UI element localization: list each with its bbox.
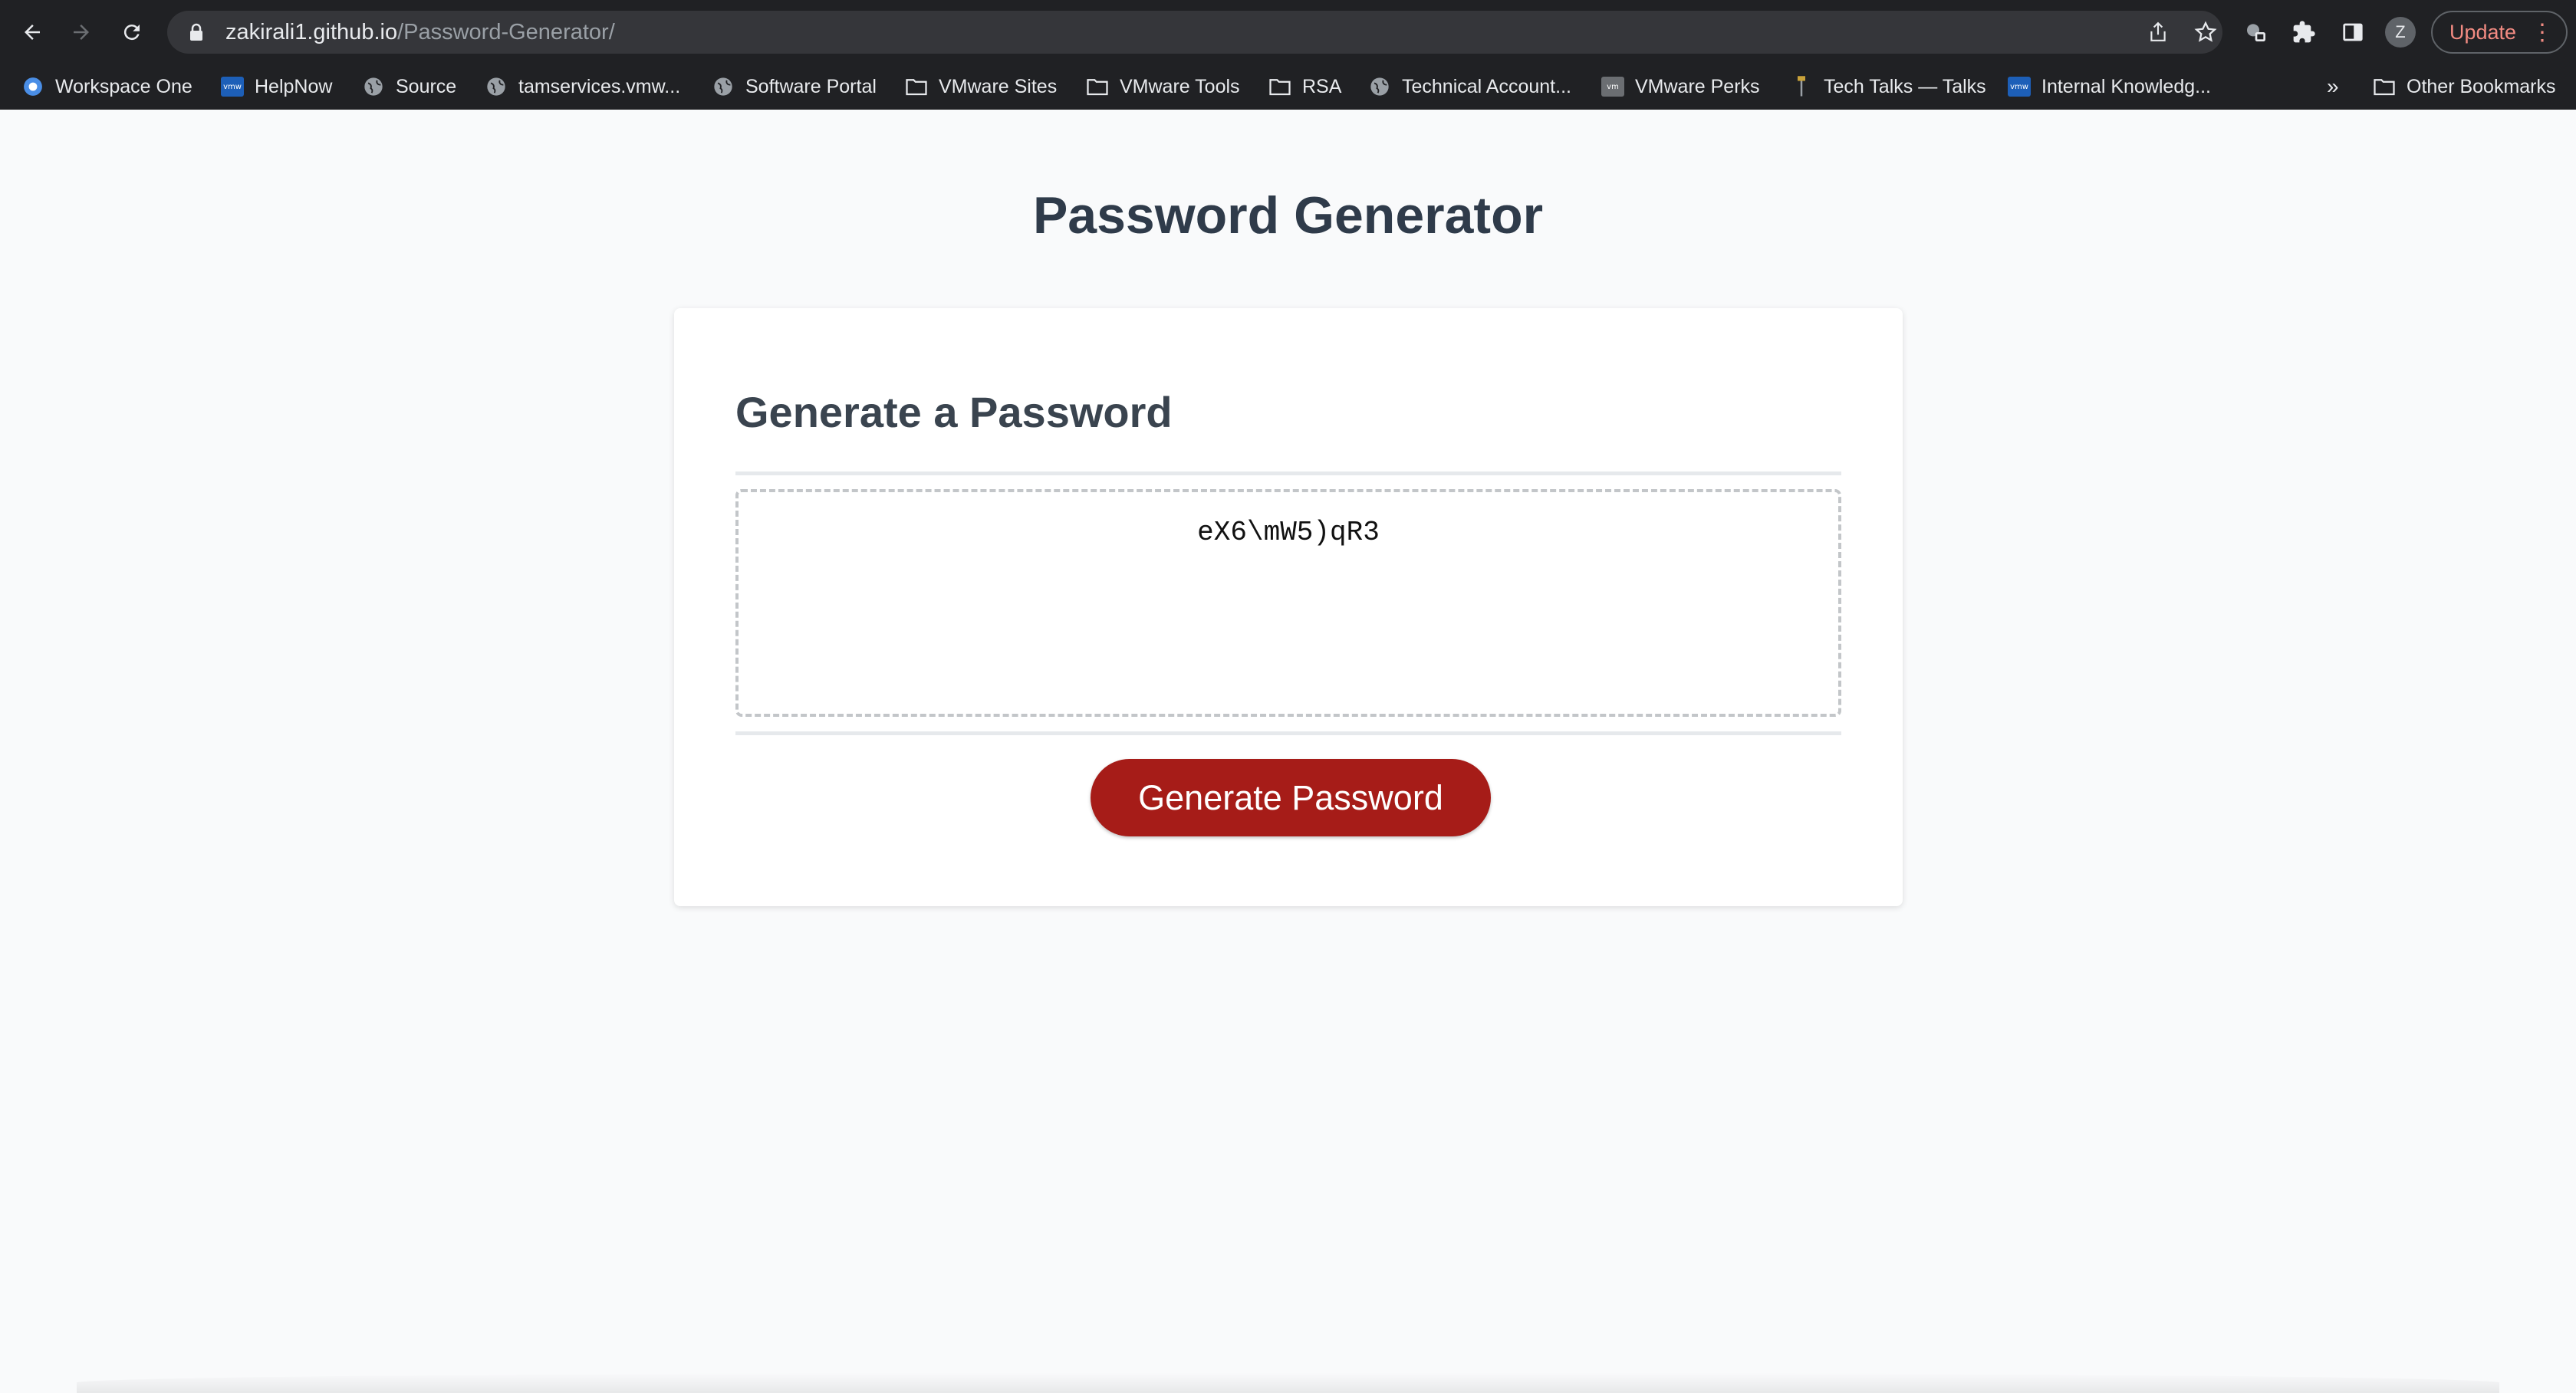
bookmark-label: VMware Sites <box>939 75 1058 97</box>
folder-icon <box>2373 75 2396 98</box>
globe-icon <box>712 75 735 98</box>
folder-icon <box>1086 75 1109 98</box>
workspace-one-icon <box>21 75 44 98</box>
bookmark-label: Internal Knowledg... <box>2041 75 2211 97</box>
bookmark-internal-knowledge[interactable]: vmw Internal Knowledg... <box>2008 71 2211 103</box>
folder-icon <box>905 75 928 98</box>
card-header-divider <box>735 471 1841 475</box>
reload-icon <box>123 25 140 41</box>
bookmark-rsa[interactable]: RSA <box>1268 71 1341 103</box>
bookmark-vmware-tools[interactable]: VMware Tools <box>1086 71 1240 103</box>
bookmark-other-bookmarks[interactable]: Other Bookmarks <box>2373 71 2556 103</box>
bookmark-label: Software Portal <box>745 75 877 97</box>
bookmark-workspace-one[interactable]: Workspace One <box>21 71 192 103</box>
bookmark-label: VMware Perks <box>1635 75 1760 97</box>
vm-icon: vm <box>1601 75 1624 98</box>
folder-icon <box>1268 75 1291 98</box>
browser-chrome: zakirali1.github.io/Password-Generator/ … <box>0 0 2576 110</box>
globe-icon <box>1368 75 1391 98</box>
bookmark-tech-talks[interactable]: Tech Talks — Talks <box>1790 71 1986 103</box>
password-output[interactable] <box>735 489 1841 717</box>
bookmark-label: Technical Account... <box>1402 75 1571 97</box>
bookmark-label: HelpNow <box>255 75 333 97</box>
url-host: zakirali1.github.io <box>225 19 398 44</box>
bookmark-label: Source <box>396 75 457 97</box>
extension-icon[interactable] <box>2235 11 2278 54</box>
bookmarks-bar: Workspace One vmw HelpNow Source tamserv… <box>0 64 2576 110</box>
globe-icon <box>362 75 385 98</box>
bookmark-label: Other Bookmarks <box>2407 75 2556 97</box>
side-panel-icon[interactable] <box>2331 11 2374 54</box>
browser-toolbar: zakirali1.github.io/Password-Generator/ … <box>0 0 2576 64</box>
bookmarks-overflow-chevron-icon[interactable]: » <box>2327 71 2339 103</box>
bookmark-label: Workspace One <box>55 75 192 97</box>
share-icon[interactable] <box>2146 20 2170 44</box>
update-button[interactable]: Update ⋮ <box>2431 11 2568 54</box>
bookmark-vmware-perks[interactable]: vm VMware Perks <box>1601 71 1760 103</box>
card-footer-divider <box>735 731 1841 735</box>
bookmark-helpnow[interactable]: vmw HelpNow <box>221 71 332 103</box>
bookmark-label: RSA <box>1302 75 1342 97</box>
menu-dots-icon[interactable]: ⋮ <box>2531 21 2554 44</box>
bookmark-star-icon[interactable] <box>2193 20 2218 44</box>
extensions-puzzle-icon[interactable] <box>2282 11 2325 54</box>
bookmark-technical-account[interactable]: Technical Account... <box>1368 71 1571 103</box>
address-bar[interactable]: zakirali1.github.io/Password-Generator/ <box>167 11 2222 54</box>
globe-icon <box>485 75 508 98</box>
update-label: Update <box>2449 20 2517 44</box>
window-bottom-shadow <box>77 1372 2499 1393</box>
bookmark-label: Tech Talks — Talks <box>1824 75 1986 97</box>
forward-button[interactable] <box>60 11 103 54</box>
reload-button[interactable] <box>110 11 153 54</box>
profile-avatar[interactable]: Z <box>2385 17 2416 48</box>
bookmark-software-portal[interactable]: Software Portal <box>712 71 877 103</box>
vmw-icon: vmw <box>221 75 244 98</box>
vmw-icon: vmw <box>2008 75 2031 98</box>
bookmark-label: VMware Tools <box>1120 75 1240 97</box>
back-button[interactable] <box>11 11 54 54</box>
url-path: /Password-Generator/ <box>397 19 615 44</box>
page-title: Password Generator <box>1032 186 1544 245</box>
bookmark-tamservices[interactable]: tamservices.vmw... <box>485 71 680 103</box>
generate-password-button[interactable]: Generate Password <box>1091 759 1491 836</box>
bookmark-label: tamservices.vmw... <box>518 75 681 97</box>
bookmark-vmware-sites[interactable]: VMware Sites <box>905 71 1057 103</box>
card-title: Generate a Password <box>735 388 1173 436</box>
lock-icon <box>186 20 207 44</box>
bookmark-source[interactable]: Source <box>362 71 456 103</box>
forward-arrow-icon <box>74 25 89 40</box>
tech-talks-icon <box>1790 75 1813 98</box>
back-arrow-icon <box>25 25 40 40</box>
password-card: Generate a Password Generate Password <box>674 308 1903 906</box>
